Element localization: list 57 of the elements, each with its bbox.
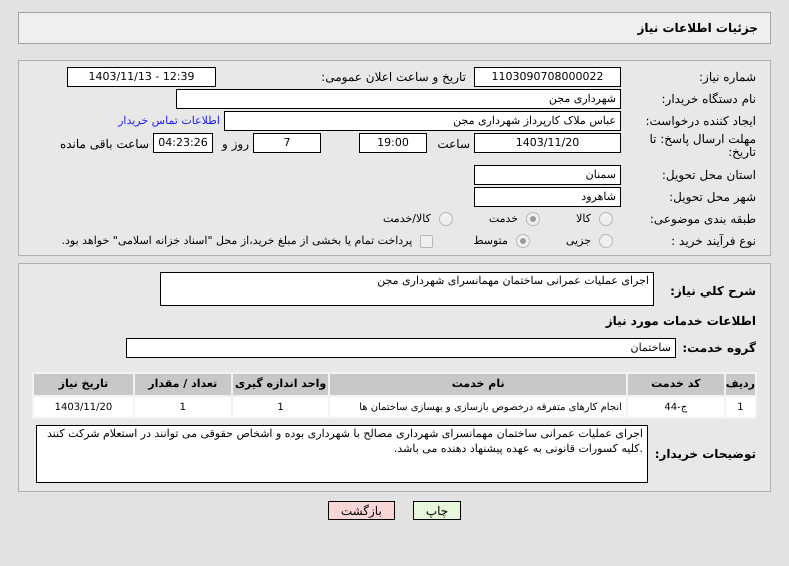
field-label: طبقه بندی موضوعی: (648, 211, 756, 228)
field-label: نام دستگاه خریدار: (660, 91, 756, 108)
table-cell: انجام کارهای متفرقه درخصوص بازسازی و بهسازی ساختمان ها (329, 396, 627, 418)
deadline-time-field: 19:00 (359, 133, 427, 153)
field-label: گروه خدمت: (681, 340, 756, 357)
column-header: تعداد / مقدار (134, 373, 232, 396)
announce-date-field: 1403/11/13 - 12:39 (67, 67, 216, 87)
remaining-time-field: 04:23:26 (153, 133, 213, 153)
field-label: شماره نیاز: (698, 69, 756, 86)
field-label: مهلت ارسال پاسخ: تا تاریخ: (648, 133, 756, 159)
column-header: ردیف (724, 373, 756, 396)
field-label: ایجاد کننده درخواست: (644, 113, 756, 130)
description-textarea[interactable]: اجرای عملیات عمرانی ساختمان مهمانسرای شهرداری مجن (160, 272, 654, 306)
print-button[interactable]: چاپ (412, 501, 462, 520)
requester-field: عباس ملاک کارپرداز شهرداری مجن (224, 111, 621, 131)
table-cell: 1 (232, 396, 330, 418)
field-label: توضیحات خریدار: (654, 446, 756, 463)
city-field: شاهرود (474, 187, 621, 207)
radio-button[interactable] (599, 234, 613, 248)
radio-button[interactable] (599, 212, 613, 226)
table-cell: 1 (134, 396, 232, 418)
field-label: ساعت باقی مانده (58, 136, 149, 153)
field-label: روز و (220, 136, 249, 153)
radio-label: متوسط (473, 232, 508, 249)
field-label: شرح کلي نياز: (669, 283, 756, 300)
need-number-field: 1103090708000022 (474, 67, 621, 87)
radio-button[interactable] (526, 212, 540, 226)
checkbox[interactable] (420, 234, 434, 248)
page-title: جزئیات اطلاعات نیاز (637, 20, 758, 37)
field-label: نوع فرآیند خرید : (670, 233, 756, 250)
buyer-org-field: شهرداری مجن (176, 89, 621, 109)
column-header: تاریخ نیاز (33, 373, 134, 396)
field-label: استان محل تحویل: (660, 167, 756, 184)
column-header: کد خدمت (626, 373, 725, 396)
column-header: واحد اندازه گیری (232, 373, 330, 396)
radio-label: کالا/خدمت (383, 210, 431, 227)
payment-label: پرداخت تمام یا بخشی از مبلغ خرید،از محل "اسناد خزانه اسلامی" خواهد بود. (62, 232, 412, 249)
radio-label: کالا (576, 210, 591, 227)
field-label: شهر محل تحویل: (668, 189, 756, 206)
buyer-notes-textarea[interactable]: اجرای عملیات عمرانی ساختمان مهمانسرای شهرداری مصالح با شهرداری بوده و اشخاص حقوقی می توانند در استعلام شرکت کنند .کلیه کسورات قانونی به عهده پیشنهاد دهنده می باشد. (36, 425, 648, 483)
column-header: نام خدمت (329, 373, 627, 396)
back-button[interactable]: بازگشت (328, 501, 395, 520)
field-label: ساعت (436, 136, 470, 153)
radio-button[interactable] (438, 212, 453, 226)
days-field: 7 (253, 133, 321, 153)
field-label: تاریخ و ساعت اعلان عمومی: (320, 69, 466, 86)
table-cell: 1 (724, 396, 756, 418)
radio-label: خدمت (488, 210, 518, 227)
deadline-date-field: 1403/11/20 (474, 133, 621, 153)
section-heading: اطلاعات خدمات مورد نیاز (604, 313, 756, 330)
radio-button[interactable] (516, 234, 530, 248)
province-field: سمنان (474, 165, 621, 185)
radio-label: جزیی (566, 232, 591, 249)
table-cell: ج-44 (626, 396, 725, 418)
service-group-field: ساختمان (126, 338, 676, 358)
buyer-contact-link[interactable]: اطلاعات تماس خریدار (118, 112, 220, 130)
table-cell: 1403/11/20 (33, 396, 134, 418)
